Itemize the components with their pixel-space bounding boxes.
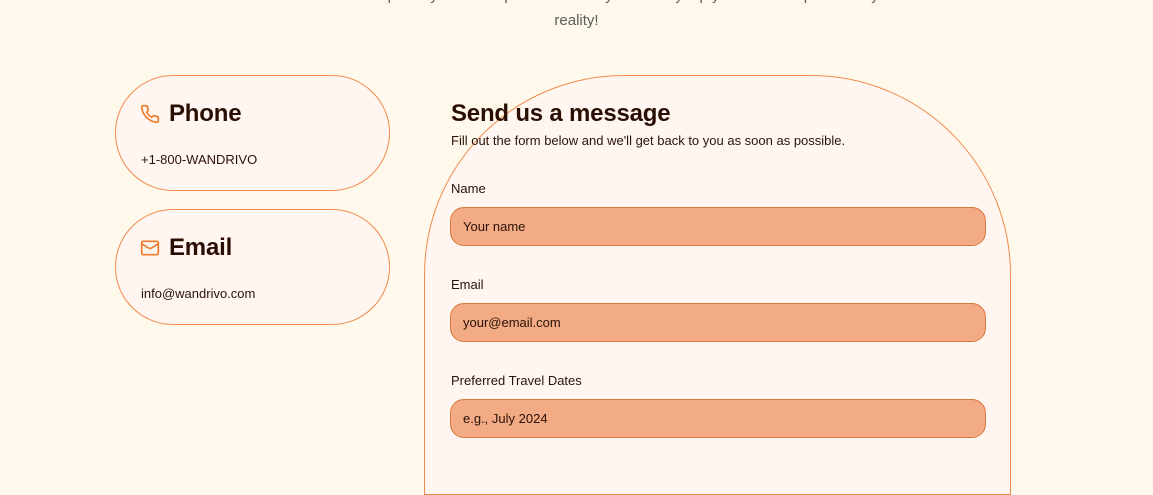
phone-card: Phone +1-800-WANDRIVO: [115, 75, 390, 191]
hero-description-line-2: reality!: [554, 12, 599, 29]
hero-description-line-1: We're here to help turn your travel plan…: [0, 0, 1153, 8]
email-address[interactable]: info@wandrivo.com: [141, 286, 255, 301]
contact-form: Send us a message Fill out the form belo…: [424, 75, 1011, 495]
mail-icon: [140, 238, 160, 258]
name-field[interactable]: [450, 207, 986, 246]
name-field-label: Name: [451, 181, 486, 196]
hero-description: We're here to help turn your travel plan…: [0, 0, 1153, 33]
form-subtitle: Fill out the form below and we'll get ba…: [451, 133, 846, 148]
email-card-header: Email: [140, 234, 232, 262]
travel-dates-field-label: Preferred Travel Dates: [451, 373, 582, 388]
phone-icon: [140, 104, 160, 124]
email-card-title: Email: [169, 234, 233, 261]
email-field[interactable]: [450, 303, 986, 342]
form-title: Send us a message: [451, 100, 671, 127]
email-field-label: Email: [451, 277, 484, 292]
email-card: Email info@wandrivo.com: [115, 209, 390, 325]
phone-number[interactable]: +1-800-WANDRIVO: [141, 152, 257, 167]
travel-dates-field[interactable]: [450, 399, 986, 438]
phone-card-header: Phone: [140, 100, 242, 128]
phone-card-title: Phone: [169, 100, 242, 127]
